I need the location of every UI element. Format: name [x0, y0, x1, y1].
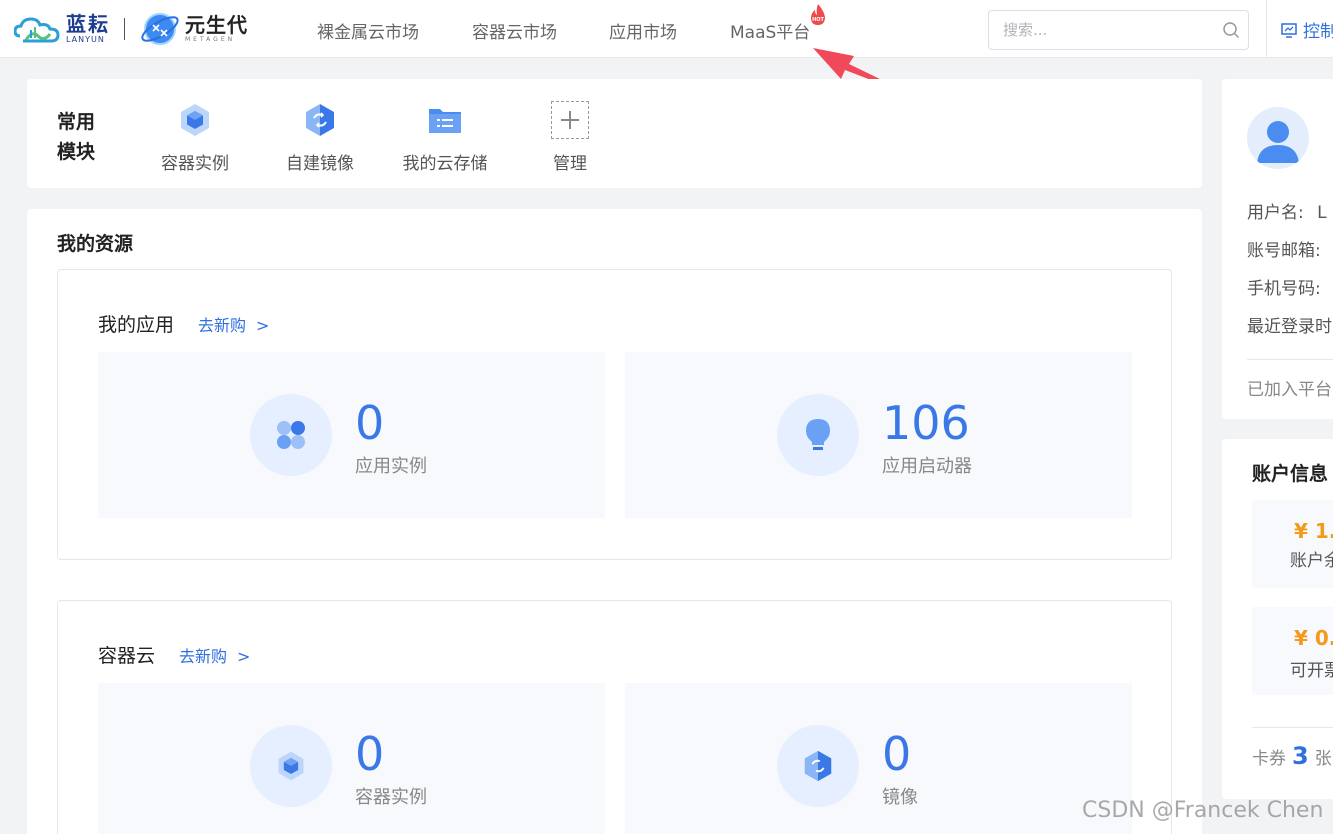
my-apps-panel: 我的应用 去新购 > 0 应用实例 106 应用启动器	[57, 269, 1172, 560]
lightbulb-icon	[777, 394, 859, 476]
divider	[1252, 727, 1333, 728]
user-profile-card: 用户名: L 账号邮箱: 手机号码: 最近登录时 已加入平台	[1222, 79, 1333, 419]
top-navbar: 蓝耘 LANYUN 元生代 METAGEN 裸金属云市场 容器云市场 应用市场 …	[0, 0, 1333, 58]
hot-badge-text: HOT	[812, 17, 824, 23]
plus-icon	[551, 101, 589, 139]
divider	[1247, 359, 1333, 360]
search-icon[interactable]	[1222, 21, 1240, 39]
email-label: 账号邮箱:	[1247, 241, 1321, 261]
container-cloud-panel: 容器云 去新购 > 0 容器实例 0 镜像	[57, 600, 1172, 834]
module-manage[interactable]: 管理	[515, 101, 625, 174]
console-link[interactable]: 控制	[1280, 17, 1333, 42]
avatar[interactable]	[1247, 107, 1309, 169]
metagen-globe-icon	[141, 13, 179, 45]
module-label: 管理	[553, 154, 587, 174]
monitor-icon	[1281, 22, 1297, 38]
metagen-name: 元生代	[185, 13, 248, 37]
stat-app-launchers[interactable]: 106 应用启动器	[625, 352, 1132, 518]
buy-label: 去新购	[198, 316, 247, 335]
logo-divider	[124, 18, 125, 40]
buy-label: 去新购	[179, 647, 228, 666]
common-modules-title: 常用模块	[57, 111, 96, 163]
container-cloud-title: 容器云	[98, 645, 156, 667]
site-logo[interactable]: 蓝耘 LANYUN 元生代 METAGEN	[14, 8, 248, 50]
chevron-right-icon: >	[237, 647, 251, 666]
search-input[interactable]	[1003, 20, 1203, 40]
apps-buy-link[interactable]: 去新购 >	[198, 312, 269, 336]
stat-value: 0	[355, 727, 385, 781]
nav-baremetal-market[interactable]: 裸金属云市场	[317, 18, 419, 43]
module-label: 我的云存储	[402, 154, 488, 174]
my-apps-title: 我的应用	[98, 314, 175, 336]
cube-icon	[181, 104, 209, 136]
nav-divider	[1266, 0, 1267, 58]
image-icon	[306, 104, 334, 136]
nav-maas-platform[interactable]: MaaS平台	[730, 18, 810, 43]
module-cloud-storage[interactable]: 我的云存储	[390, 101, 500, 174]
stat-container-instances[interactable]: 0 容器实例	[98, 683, 605, 834]
module-label: 自建镜像	[286, 154, 354, 174]
lanyun-name-en: LANYUN	[66, 35, 105, 44]
module-custom-image[interactable]: 自建镜像	[265, 101, 375, 174]
coupon-label: 卡券	[1252, 749, 1286, 769]
coupon-count: 3	[1292, 742, 1309, 770]
username-row: 用户名: L	[1247, 198, 1327, 223]
lanyun-logo: 蓝耘 LANYUN	[14, 14, 110, 44]
stat-value: 0	[355, 396, 385, 450]
stat-app-instances[interactable]: 0 应用实例	[98, 352, 605, 518]
last-login-label: 最近登录时	[1247, 317, 1332, 337]
phone-label: 手机号码:	[1247, 279, 1321, 299]
console-label: 控制	[1303, 22, 1333, 42]
folder-icon	[429, 109, 461, 133]
nav-container-market[interactable]: 容器云市场	[472, 18, 557, 43]
metagen-logo: 元生代 METAGEN	[139, 8, 248, 50]
stat-label: 镜像	[882, 787, 918, 808]
invoice-amount: ¥ 0.	[1294, 626, 1333, 650]
my-resources-title: 我的资源	[57, 233, 134, 255]
metagen-name-en: METAGEN	[185, 36, 236, 43]
balance-label: 账户余	[1290, 551, 1333, 571]
cube-icon	[250, 725, 332, 807]
chevron-right-icon: >	[256, 316, 270, 335]
balance-amount: ¥ 1.	[1294, 519, 1333, 543]
module-container-instance[interactable]: 容器实例	[140, 101, 250, 174]
nav-app-market[interactable]: 应用市场	[609, 18, 677, 43]
username-value: L	[1317, 203, 1327, 223]
username-label: 用户名:	[1247, 203, 1304, 223]
account-info-title: 账户信息	[1252, 463, 1329, 485]
hot-flame-icon: HOT	[811, 4, 825, 25]
stat-label: 应用启动器	[882, 456, 972, 477]
stat-value: 0	[882, 727, 912, 781]
joined-label: 已加入平台	[1247, 380, 1332, 400]
lanyun-name: 蓝耘	[66, 12, 110, 36]
apps-grid-icon	[250, 394, 332, 476]
stat-value: 106	[882, 396, 970, 450]
account-info-card: 账户信息 ¥ 1. 账户余 ¥ 0. 可开票 卡券 3 张	[1222, 439, 1333, 799]
lanyun-cloud-icon	[14, 17, 60, 43]
invoice-box[interactable]: ¥ 0. 可开票	[1252, 607, 1333, 695]
watermark: CSDN @Francek Chen	[1082, 798, 1324, 823]
stat-images[interactable]: 0 镜像	[625, 683, 1132, 834]
my-resources-card: 我的资源 我的应用 去新购 > 0 应用实例 106 应用启动器 容器云 去新购…	[27, 209, 1202, 834]
search-box	[988, 10, 1249, 50]
module-label: 容器实例	[161, 154, 229, 174]
user-avatar-icon	[1257, 121, 1299, 163]
balance-box[interactable]: ¥ 1. 账户余	[1252, 500, 1333, 588]
stat-label: 应用实例	[355, 456, 427, 477]
invoice-label: 可开票	[1290, 661, 1333, 681]
common-modules-card: 常用模块 容器实例 自建镜像 我的云存储 管理	[27, 79, 1202, 188]
coupon-summary[interactable]: 卡券 3 张	[1252, 742, 1332, 770]
coupon-unit: 张	[1314, 749, 1332, 769]
stat-label: 容器实例	[355, 787, 427, 808]
image-icon	[777, 725, 859, 807]
containers-buy-link[interactable]: 去新购 >	[179, 643, 250, 667]
